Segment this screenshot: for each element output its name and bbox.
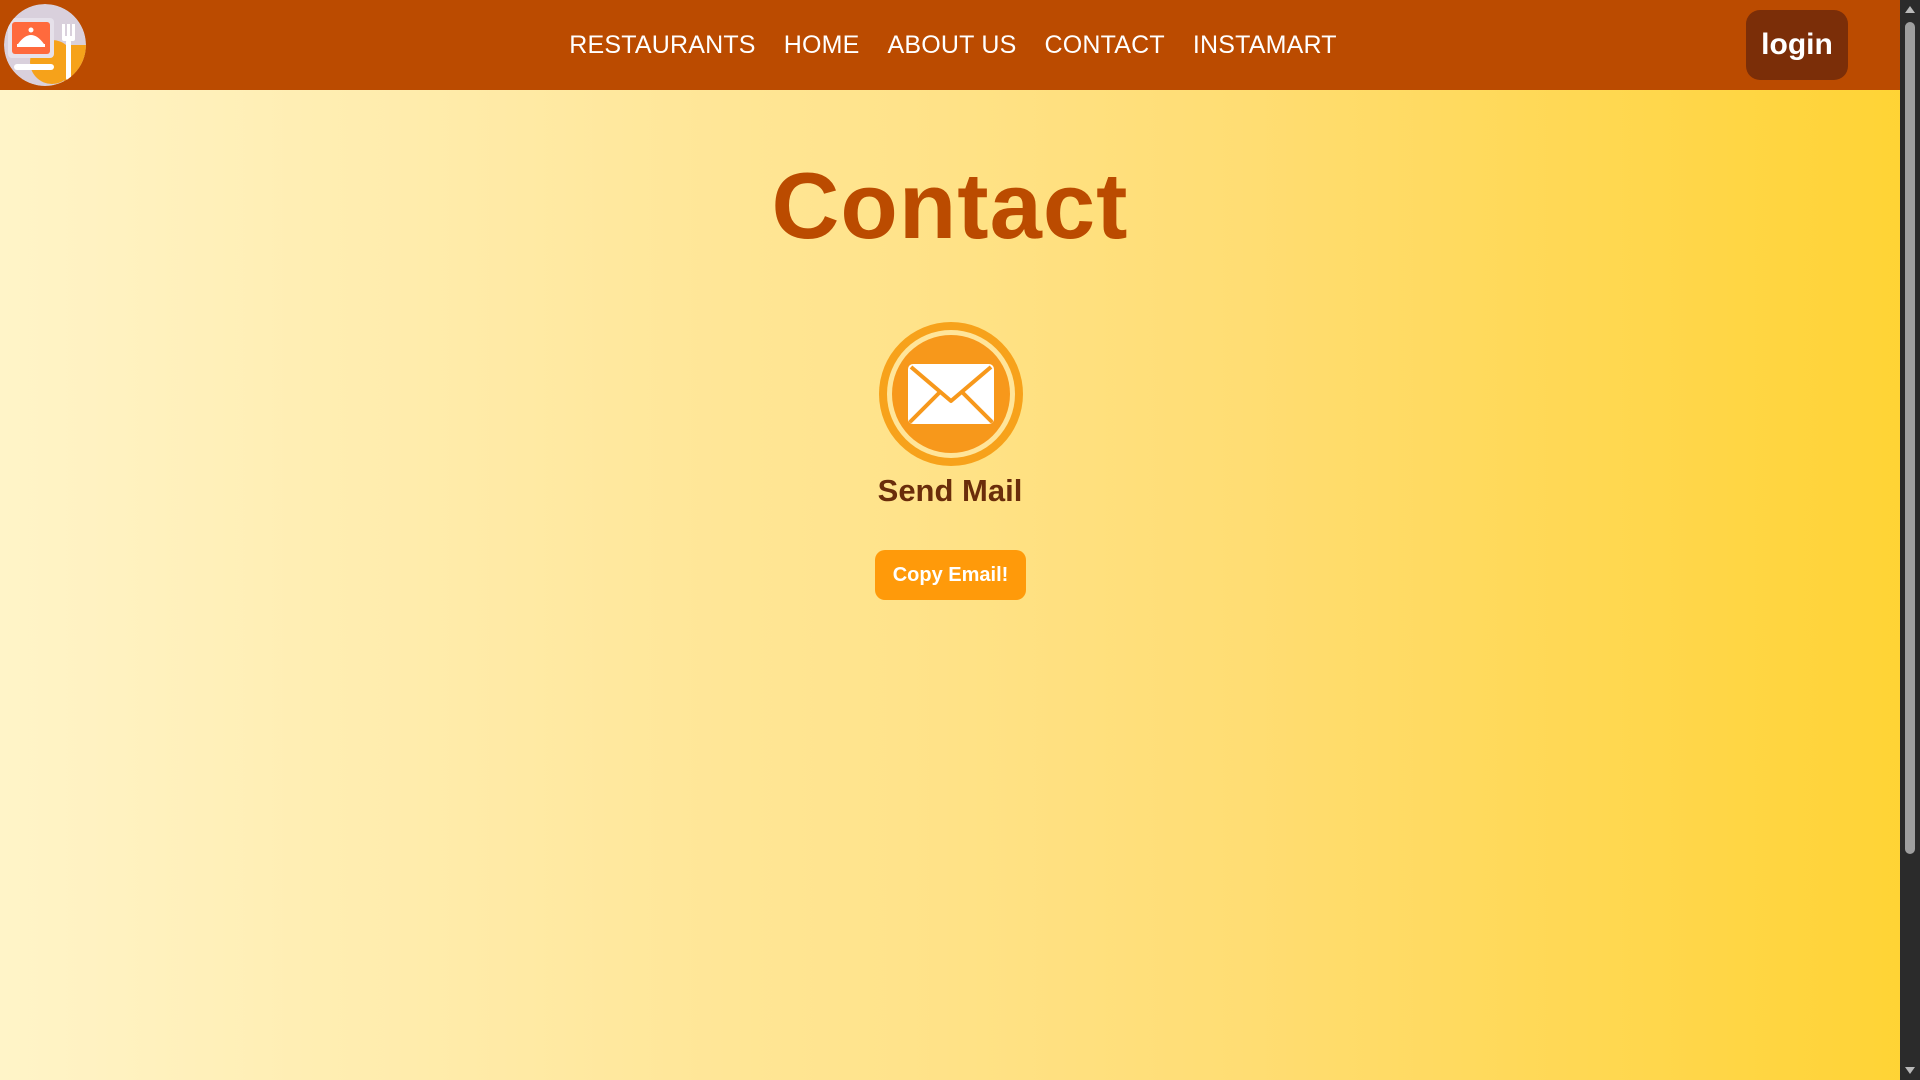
scroll-up-arrow-icon[interactable]	[1905, 6, 1915, 13]
send-mail-label[interactable]: Send Mail	[0, 473, 1900, 509]
scroll-thumb[interactable]	[1905, 22, 1915, 854]
nav-home[interactable]: HOME	[784, 31, 860, 60]
scroll-down-arrow-icon[interactable]	[1905, 1067, 1915, 1074]
envelope-icon[interactable]	[878, 321, 1024, 467]
nav-restaurants[interactable]: RESTAURANTS	[569, 31, 755, 60]
nav-about-us[interactable]: ABOUT US	[888, 31, 1017, 60]
nav-contact[interactable]: CONTACT	[1044, 31, 1164, 60]
nav-instamart[interactable]: INSTAMART	[1193, 31, 1337, 60]
page-title: Contact	[771, 153, 1129, 258]
main-nav: RESTAURANTS HOME ABOUT US CONTACT INSTAM…	[0, 0, 1900, 90]
vertical-scrollbar[interactable]	[1900, 0, 1920, 1080]
navbar: RESTAURANTS HOME ABOUT US CONTACT INSTAM…	[0, 0, 1900, 90]
login-button[interactable]: login	[1746, 10, 1848, 80]
copy-email-button[interactable]: Copy Email!	[875, 550, 1026, 600]
